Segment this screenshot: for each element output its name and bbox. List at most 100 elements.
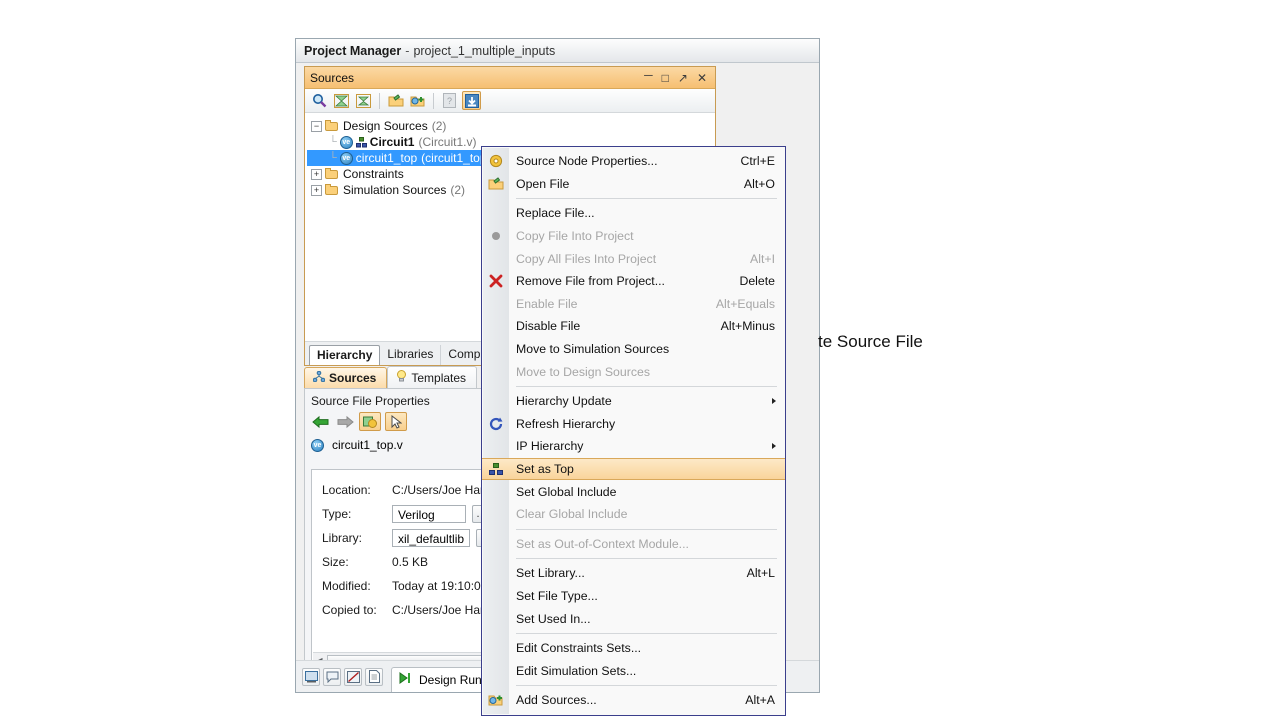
- folder-icon: [325, 168, 339, 180]
- property-input[interactable]: xil_defaultlib: [392, 529, 471, 547]
- tree-item-label: Circuit1: [369, 135, 415, 149]
- search-icon[interactable]: [310, 91, 329, 110]
- hierarchy-icon: [312, 370, 326, 385]
- menu-item-set-file-type[interactable]: Set File Type...: [482, 585, 785, 608]
- menu-item-label: Enable File: [516, 296, 578, 311]
- tab-label: Templates: [411, 370, 467, 385]
- reports-icon[interactable]: [365, 667, 383, 686]
- menu-item-open-file[interactable]: Open File Alt+O: [482, 173, 785, 196]
- folder-icon: [325, 120, 339, 132]
- tree-item-detail: (2): [431, 119, 447, 133]
- messages-icon[interactable]: [323, 667, 341, 686]
- forward-arrow-icon[interactable]: [335, 413, 355, 430]
- menu-item-label: Set File Type...: [516, 588, 598, 603]
- menu-item-edit-constraints-sets[interactable]: Edit Constraints Sets...: [482, 637, 785, 660]
- add-sources-icon[interactable]: [408, 91, 427, 110]
- folder-icon: [325, 184, 339, 196]
- menu-item-set-used-in[interactable]: Set Used In...: [482, 607, 785, 630]
- sources-panel-header: Sources ─ □ ↗ ✕: [305, 67, 715, 89]
- menu-item-label: Source Node Properties...: [516, 154, 658, 169]
- verilog-file-icon: ve: [311, 438, 324, 452]
- property-label: Size:: [322, 555, 349, 569]
- window-titlebar: Project Manager - project_1_multiple_inp…: [296, 39, 819, 63]
- tree-item-label: Design Sources: [343, 119, 428, 133]
- menu-item-shortcut: Alt+Minus: [720, 319, 775, 334]
- verilog-file-icon: ve: [339, 151, 353, 165]
- minimize-icon[interactable]: ─: [644, 69, 653, 81]
- menu-item-label: Edit Constraints Sets...: [516, 641, 642, 656]
- menu-item-ip-hierarchy[interactable]: IP Hierarchy: [482, 435, 785, 458]
- tab-sources[interactable]: Sources: [304, 367, 388, 388]
- menu-item-label: Set as Out-of-Context Module...: [516, 536, 689, 551]
- maximize-icon[interactable]: □: [662, 72, 669, 84]
- tree-item[interactable]: − Design Sources (2): [307, 118, 713, 134]
- tab-label: Sources: [329, 371, 377, 385]
- menu-item-move-to-simulation-sources[interactable]: Move to Simulation Sources: [482, 338, 785, 361]
- property-input[interactable]: Verilog: [392, 505, 466, 523]
- tree-item-detail: (circuit1_top: [421, 151, 487, 165]
- menu-item-label: Open File: [516, 176, 570, 191]
- collapse-toggle-icon[interactable]: −: [311, 120, 322, 132]
- menu-item-label: Refresh Hierarchy: [516, 416, 616, 431]
- svg-text:?: ?: [447, 96, 452, 106]
- expand-all-icon[interactable]: [354, 91, 373, 110]
- menu-item-set-as-out-of-context-module: Set as Out-of-Context Module...: [482, 533, 785, 556]
- menu-item-source-node-properties[interactable]: Source Node Properties... Ctrl+E: [482, 150, 785, 173]
- menu-item-replace-file[interactable]: Replace File...: [482, 202, 785, 225]
- sources-panel-title: Sources: [310, 70, 355, 85]
- tab-hierarchy[interactable]: Hierarchy: [309, 345, 381, 365]
- open-file-icon[interactable]: [386, 91, 405, 110]
- menu-separator: [516, 632, 777, 634]
- menu-item-refresh-hierarchy[interactable]: Refresh Hierarchy: [482, 413, 785, 436]
- menu-item-label: Add Sources...: [516, 693, 597, 708]
- help-icon[interactable]: ?: [440, 91, 459, 110]
- hierarchy-icon: [355, 136, 367, 148]
- menu-item-label: Move to Simulation Sources: [516, 342, 670, 357]
- menu-item-disable-file[interactable]: Disable File Alt+Minus: [482, 315, 785, 338]
- menu-item-shortcut: Alt+O: [743, 176, 775, 191]
- tab-libraries[interactable]: Libraries: [380, 345, 442, 365]
- collapse-all-icon[interactable]: [332, 91, 351, 110]
- menu-item-set-as-top[interactable]: Set as Top: [482, 457, 785, 481]
- tab-templates[interactable]: Templates: [387, 366, 478, 388]
- float-icon[interactable]: ↗: [678, 72, 688, 84]
- expand-toggle-icon[interactable]: +: [311, 184, 322, 196]
- select-cursor-icon[interactable]: [385, 412, 407, 431]
- source-context-menu[interactable]: Source Node Properties... Ctrl+E Open File…: [481, 146, 786, 716]
- menu-separator: [516, 385, 777, 387]
- menu-item-edit-simulation-sets[interactable]: Edit Simulation Sets...: [482, 659, 785, 682]
- menu-item-label: IP Hierarchy: [516, 439, 584, 454]
- menu-item-add-sources[interactable]: Add Sources... Alt+A: [482, 689, 785, 712]
- bulb-icon: [396, 370, 407, 385]
- menu-item-label: Copy File Into Project: [516, 229, 634, 244]
- menu-item-label: Clear Global Include: [516, 507, 628, 522]
- properties-icon[interactable]: [359, 412, 381, 431]
- expand-toggle-icon[interactable]: +: [311, 168, 322, 180]
- property-label: Library:: [322, 531, 363, 545]
- menu-item-label: Disable File: [516, 319, 581, 334]
- close-icon[interactable]: ✕: [697, 72, 707, 84]
- menu-item-set-library[interactable]: Set Library... Alt+L: [482, 562, 785, 585]
- run-icon: [399, 672, 413, 687]
- title-separator: -: [405, 43, 410, 58]
- menu-item-set-global-include[interactable]: Set Global Include: [482, 480, 785, 503]
- tree-item-detail: (Circuit1.v): [418, 135, 477, 149]
- tree-item-detail: (2): [450, 183, 466, 197]
- menu-item-enable-file: Enable File Alt+Equals: [482, 293, 785, 316]
- menu-item-hierarchy-update[interactable]: Hierarchy Update: [482, 390, 785, 413]
- property-label: Modified:: [322, 579, 371, 593]
- tree-item-label: Constraints: [343, 167, 404, 181]
- back-arrow-icon[interactable]: [311, 413, 331, 430]
- menu-separator: [516, 528, 777, 530]
- tcl-console-icon[interactable]: [302, 667, 320, 686]
- menu-item-move-to-design-sources: Move to Design Sources: [482, 360, 785, 383]
- log-icon[interactable]: [344, 667, 362, 686]
- menu-item-shortcut: Alt+Equals: [715, 296, 775, 311]
- menu-item-shortcut: Delete: [739, 274, 775, 289]
- tree-guide: └: [329, 152, 337, 164]
- menu-separator: [516, 198, 777, 200]
- menu-item-remove-file-from-project[interactable]: Remove File from Project... Delete: [482, 270, 785, 293]
- save-icon[interactable]: [462, 91, 481, 110]
- menu-item-shortcut: Alt+I: [750, 251, 775, 266]
- menu-separator: [516, 558, 777, 560]
